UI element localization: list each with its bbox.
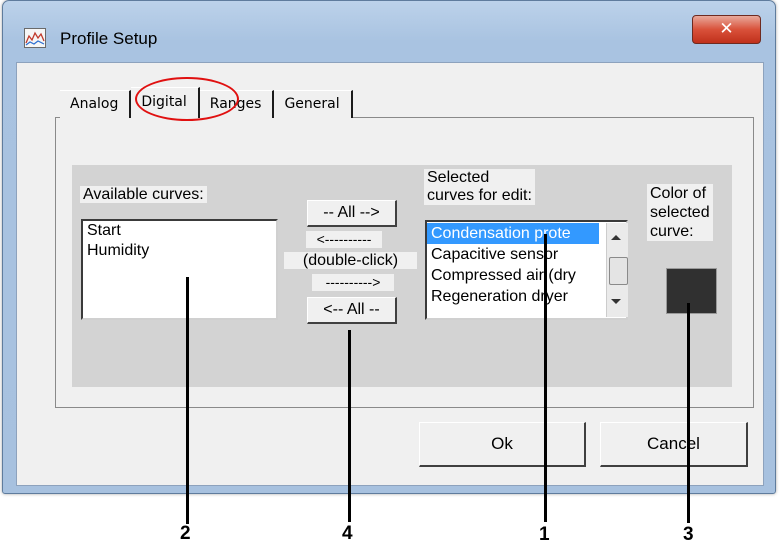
selected-label-line2: curves for edit: — [427, 187, 532, 204]
cancel-button[interactable]: Cancel — [600, 422, 748, 467]
scroll-down-icon[interactable] — [611, 299, 621, 304]
ok-button[interactable]: Ok — [419, 422, 586, 467]
selected-curves-list[interactable]: Condensation prote Capacitive sensor Com… — [425, 220, 628, 320]
list-item[interactable]: Regeneration dryer — [427, 286, 599, 307]
available-curves-list[interactable]: Start Humidity — [81, 219, 278, 320]
list-item[interactable]: Compressed air (dry — [427, 265, 599, 286]
color-label-line3: curve: — [650, 223, 694, 240]
color-label: Color of selected curve: — [647, 184, 713, 241]
callout-line-1 — [544, 234, 547, 522]
left-arrow-label: <---------- — [306, 231, 382, 248]
available-curves-label: Available curves: — [80, 186, 207, 203]
list-item-selected[interactable]: Condensation prote — [427, 223, 599, 244]
scroll-up-icon[interactable] — [611, 235, 621, 240]
selected-list-scrollbar[interactable] — [606, 223, 628, 317]
color-label-line2: selected — [650, 204, 710, 221]
remove-all-button[interactable]: <-- All -- — [307, 297, 397, 324]
tab-general[interactable]: General — [274, 90, 353, 118]
selected-label-line1: Selected — [427, 169, 490, 186]
curve-color-swatch[interactable] — [666, 268, 717, 314]
callout-line-3 — [687, 303, 690, 523]
selected-curves-label: Selected curves for edit: — [424, 169, 535, 205]
close-button[interactable]: ✕ — [692, 15, 761, 44]
right-arrow-label: ----------> — [312, 274, 394, 291]
list-item[interactable]: Start — [83, 221, 276, 241]
list-item[interactable]: Humidity — [83, 241, 276, 261]
callout-line-4 — [348, 330, 351, 522]
list-item[interactable]: Capacitive sensor — [427, 244, 599, 265]
tab-analog[interactable]: Analog — [60, 90, 132, 118]
callout-number-4: 4 — [342, 523, 353, 544]
color-label-line1: Color of — [650, 185, 707, 202]
tab-highlight-ring — [135, 77, 239, 121]
double-click-hint: (double-click) — [284, 252, 417, 269]
callout-line-2 — [186, 277, 189, 524]
close-icon: ✕ — [719, 19, 734, 39]
add-all-button[interactable]: -- All --> — [307, 200, 397, 227]
callout-number-1: 1 — [539, 524, 550, 545]
callout-number-3: 3 — [683, 524, 694, 545]
chart-icon — [24, 28, 46, 48]
callout-number-2: 2 — [180, 523, 191, 544]
window-title: Profile Setup — [60, 29, 158, 48]
scroll-thumb[interactable] — [609, 257, 628, 285]
